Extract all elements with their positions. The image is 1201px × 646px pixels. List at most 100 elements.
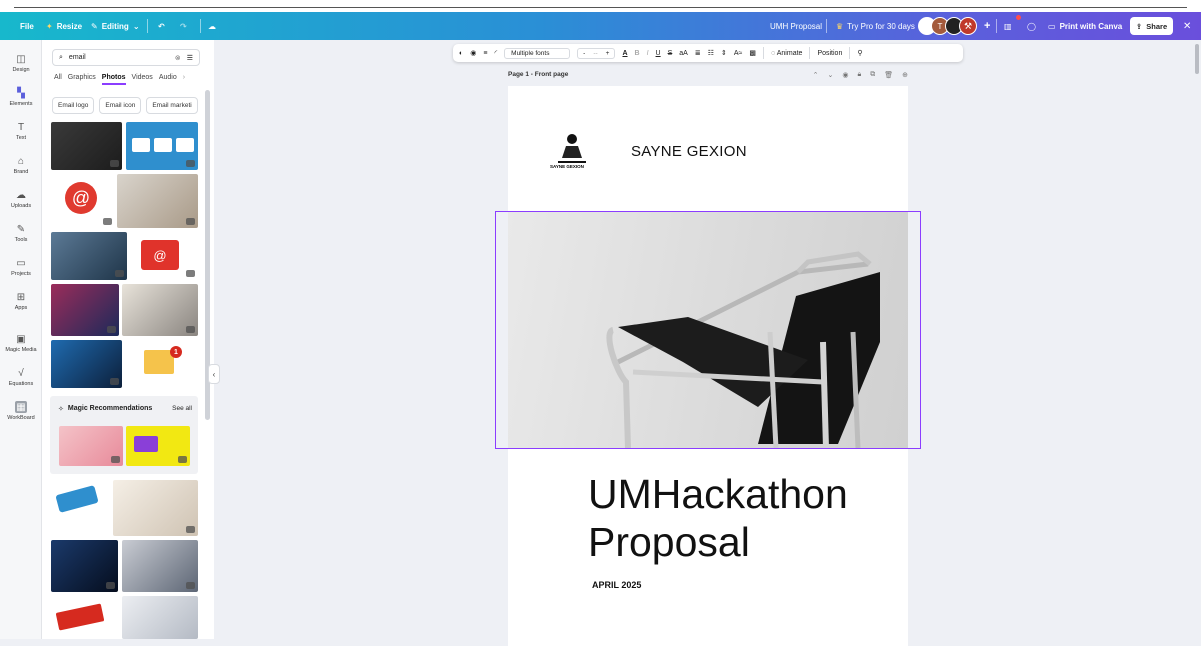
- tab-all[interactable]: All: [54, 74, 62, 85]
- rail-item-design[interactable]: ◫ Design: [0, 48, 42, 78]
- upload-icon: ☁: [16, 189, 26, 201]
- file-menu[interactable]: File: [20, 12, 34, 40]
- photo-thumb[interactable]: [122, 596, 198, 639]
- photo-thumb[interactable]: [51, 122, 122, 170]
- close-button[interactable]: ✕: [1183, 12, 1191, 40]
- chevron-right-icon[interactable]: ›: [183, 74, 185, 85]
- align-icon[interactable]: ≣: [695, 49, 701, 57]
- color-icon[interactable]: ◉: [470, 49, 476, 57]
- canvas-scrollbar[interactable]: [1195, 44, 1199, 74]
- search-input[interactable]: ⌕ email ⊗ ☰: [52, 49, 200, 66]
- rail-item-tools[interactable]: ✎ Tools: [0, 218, 42, 248]
- photo-thumb[interactable]: [126, 122, 198, 170]
- chip-email-marketing[interactable]: Email marketi: [146, 97, 198, 114]
- photo-thumb[interactable]: [122, 540, 198, 592]
- company-logo[interactable]: SAYNE GEXION: [550, 130, 592, 170]
- font-size-stepper[interactable]: - -- +: [577, 47, 616, 59]
- photo-thumb[interactable]: @: [131, 232, 198, 280]
- resize-button[interactable]: ✦ Resize: [46, 12, 82, 40]
- email-key-shape: [55, 603, 105, 631]
- add-collaborator-button[interactable]: +: [984, 12, 990, 40]
- photo-thumb[interactable]: [51, 596, 117, 639]
- checker-icon[interactable]: ▩: [749, 49, 756, 57]
- insights-button[interactable]: ▥: [1004, 12, 1012, 40]
- tab-photos[interactable]: Photos: [101, 74, 126, 85]
- trash-icon[interactable]: 🗑︎: [884, 71, 893, 79]
- chip-email-logo[interactable]: Email logo: [52, 97, 95, 114]
- rail-item-elements[interactable]: ▚ Elements: [0, 82, 42, 112]
- tab-videos[interactable]: Videos: [132, 74, 153, 85]
- size-minus[interactable]: -: [583, 50, 585, 57]
- cloud-save-button[interactable]: ☁: [208, 12, 216, 40]
- animate-button[interactable]: ◌ Animate: [771, 50, 802, 57]
- collapse-panel-button[interactable]: ‹: [208, 364, 220, 384]
- add-page-icon[interactable]: ⊕: [902, 71, 908, 79]
- redo-button[interactable]: ↷: [180, 12, 187, 40]
- text-color-icon[interactable]: A: [622, 50, 627, 57]
- recommendation-thumb[interactable]: [126, 426, 190, 466]
- photo-thumb[interactable]: @: [51, 174, 115, 228]
- editing-dropdown[interactable]: ✎ Editing ⌄: [91, 12, 140, 40]
- chevron-down-icon[interactable]: ⌄: [828, 71, 834, 79]
- font-select[interactable]: Multiple fonts: [504, 47, 571, 59]
- photo-thumb[interactable]: [51, 232, 127, 280]
- lines-icon[interactable]: ≡: [483, 50, 487, 57]
- transparency-icon[interactable]: ◐: [459, 50, 463, 57]
- spacing-icon[interactable]: ⇕: [721, 49, 727, 57]
- bold-icon[interactable]: B: [635, 50, 640, 57]
- page-header-label[interactable]: Page 1 - Front page: [508, 71, 568, 78]
- filter-icon[interactable]: ☰: [187, 54, 193, 62]
- size-plus[interactable]: +: [606, 50, 610, 57]
- list-icon[interactable]: ☷: [708, 49, 714, 57]
- try-pro-button[interactable]: ♛ Try Pro for 30 days: [836, 12, 915, 40]
- avatar[interactable]: ⚒: [959, 17, 977, 35]
- corner-icon[interactable]: ◜: [494, 49, 497, 57]
- paint-format-icon[interactable]: ⚲: [857, 49, 862, 57]
- underline-icon[interactable]: U: [656, 50, 661, 57]
- undo-button[interactable]: ↶: [158, 12, 165, 40]
- company-name[interactable]: SAYNE GEXION: [631, 143, 747, 160]
- photo-thumb[interactable]: 1: [126, 340, 198, 388]
- photo-thumb[interactable]: [117, 174, 198, 228]
- see-all-link[interactable]: See all: [172, 405, 192, 412]
- comments-button[interactable]: ◯: [1027, 12, 1036, 40]
- pen-icon: ✎: [16, 223, 26, 235]
- rail-item-magic-media[interactable]: ▣ Magic Media: [0, 328, 42, 358]
- text-effects-icon[interactable]: A≈: [734, 50, 743, 57]
- rail-label: Elements: [9, 101, 33, 107]
- rail-label: Brand: [13, 169, 29, 175]
- chip-email-icon[interactable]: Email icon: [99, 97, 142, 114]
- photo-thumb[interactable]: [122, 284, 198, 336]
- photo-thumb[interactable]: [51, 340, 122, 388]
- photo-thumb[interactable]: [113, 480, 198, 536]
- share-button[interactable]: ⇪ Share: [1130, 17, 1174, 35]
- duplicate-icon[interactable]: ⧉: [870, 71, 875, 79]
- position-button[interactable]: Position: [817, 50, 842, 57]
- photo-thumb[interactable]: [51, 284, 119, 336]
- rail-item-uploads[interactable]: ☁ Uploads: [0, 184, 42, 214]
- tab-audio[interactable]: Audio: [159, 74, 177, 85]
- eye-icon[interactable]: ◉: [842, 71, 848, 79]
- chevron-up-icon[interactable]: ⌃: [813, 71, 819, 79]
- case-icon[interactable]: aA: [679, 50, 688, 57]
- rail-item-apps[interactable]: ⊞ Apps: [0, 286, 42, 316]
- print-button[interactable]: ▭ Print with Canva: [1048, 12, 1122, 40]
- strikethrough-icon[interactable]: S: [668, 50, 673, 57]
- photo-thumb[interactable]: [51, 480, 113, 536]
- document-title[interactable]: UMHackathon Proposal: [588, 470, 848, 566]
- rail-item-brand[interactable]: ⌂ Brand: [0, 150, 42, 180]
- photo-thumb[interactable]: [51, 540, 118, 592]
- divider: [826, 19, 827, 33]
- tab-graphics[interactable]: Graphics: [68, 74, 96, 85]
- rail-item-projects[interactable]: ▭ Projects: [0, 252, 42, 282]
- lock-icon[interactable]: 🔒︎: [858, 71, 862, 79]
- rail-item-workboard[interactable]: ▦ WorkBoard: [0, 396, 42, 426]
- rail-item-text[interactable]: T Text: [0, 116, 42, 146]
- selection-box[interactable]: [495, 211, 921, 449]
- clear-icon[interactable]: ⊗: [175, 54, 181, 62]
- recommendation-thumb[interactable]: [59, 426, 123, 466]
- document-date[interactable]: APRIL 2025: [592, 580, 641, 590]
- doc-title[interactable]: UMH Proposal: [770, 12, 822, 40]
- italic-icon[interactable]: I: [647, 50, 649, 57]
- rail-item-equations[interactable]: √ Equations: [0, 362, 42, 392]
